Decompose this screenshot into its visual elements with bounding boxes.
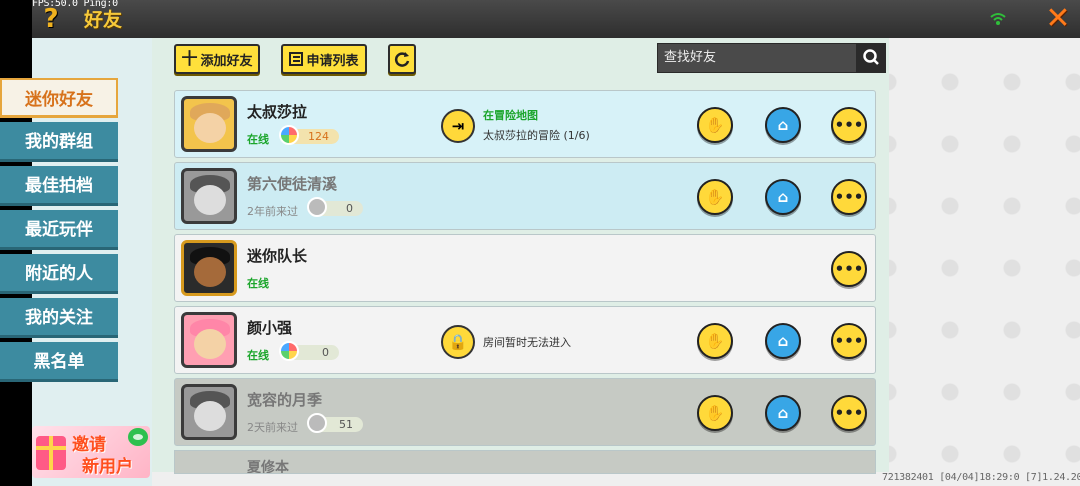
chat-button[interactable]: ••• (831, 179, 867, 215)
gift-button[interactable]: ✋ (697, 323, 733, 359)
friend-row[interactable]: 宽容的月季 2天前来过 51 ✋ ⌂ ••• (174, 378, 876, 446)
help-button[interactable]: ? (38, 4, 64, 34)
gift-button[interactable]: ✋ (697, 179, 733, 215)
gift-icon (36, 436, 66, 470)
wifi-icon (990, 13, 1006, 25)
friend-status: 2天前来过 (247, 421, 298, 434)
build-info: 721382401 [04/04]18:29:0 [7]1.24.20 (882, 472, 1080, 483)
friend-row[interactable]: 夏修本 (174, 450, 876, 474)
avatar (181, 240, 237, 296)
refresh-icon (394, 52, 410, 67)
medal-icon (279, 341, 299, 361)
friend-status: 在线 (247, 349, 269, 362)
request-list-button[interactable]: 申请列表 (281, 44, 367, 74)
search-icon (863, 49, 879, 65)
medal-icon (279, 125, 299, 145)
avatar (181, 312, 237, 368)
avatar (181, 96, 237, 152)
list-icon (289, 52, 304, 66)
home-button[interactable]: ⌂ (765, 107, 801, 143)
plus-icon: 十 (181, 49, 198, 68)
gift-button[interactable]: ✋ (697, 395, 733, 431)
invite-new-user-banner[interactable]: 邀请 新用户 (32, 426, 150, 478)
chat-button[interactable]: ••• (831, 107, 867, 143)
friend-status: 在线 (247, 277, 269, 290)
join-map-button[interactable]: ⇥ (441, 109, 475, 143)
friend-row[interactable]: 太叔莎拉 在线 124 ⇥ 在冒险地图 太叔莎拉的冒险 (1/6) ✋ ⌂ ••… (174, 90, 876, 158)
wechat-icon (128, 428, 148, 446)
friend-name: 迷你队长 (247, 247, 308, 265)
sidebar-item-my-groups[interactable]: 我的群组 (0, 122, 118, 162)
gift-button[interactable]: ✋ (697, 107, 733, 143)
avatar (181, 384, 237, 440)
sidebar-item-blacklist[interactable]: 黑名单 (0, 342, 118, 382)
chat-button[interactable]: ••• (831, 251, 867, 287)
sidebar-item-mini-friends[interactable]: 迷你好友 (0, 78, 118, 118)
friend-row[interactable]: 迷你队长 在线 ••• (174, 234, 876, 302)
add-friend-label: 添加好友 (200, 53, 253, 69)
friend-status: 2年前来过 (247, 205, 298, 218)
friend-name: 颜小强 (247, 319, 293, 337)
friend-name: 第六使徒清溪 (247, 175, 338, 193)
room-status: 房间暂时无法进入 (483, 336, 571, 349)
search-input[interactable]: 查找好友 (657, 43, 857, 73)
friend-status: 在线 (247, 133, 269, 146)
map-status: 在冒险地图 (483, 109, 538, 122)
sidebar-item-best-partners[interactable]: 最佳拍档 (0, 166, 118, 206)
chat-button[interactable]: ••• (831, 395, 867, 431)
request-list-label: 申请列表 (306, 53, 359, 69)
sidebar-item-nearby[interactable]: 附近的人 (0, 254, 118, 294)
invite-sublabel: 新用户 (82, 457, 133, 477)
medal-icon (307, 197, 327, 217)
medal-icon (307, 413, 327, 433)
friend-name: 太叔莎拉 (247, 103, 308, 121)
top-bar (32, 0, 1080, 38)
home-button[interactable]: ⌂ (765, 179, 801, 215)
chat-button[interactable]: ••• (831, 323, 867, 359)
home-button[interactable]: ⌂ (765, 323, 801, 359)
room-locked-button[interactable]: 🔒 (441, 325, 475, 359)
friend-row[interactable]: 第六使徒清溪 2年前来过 0 ✋ ⌂ ••• (174, 162, 876, 230)
friend-row[interactable]: 颜小强 在线 0 🔒 房间暂时无法进入 ✋ ⌂ ••• (174, 306, 876, 374)
sidebar-item-recent-players[interactable]: 最近玩伴 (0, 210, 118, 250)
map-name: 太叔莎拉的冒险 (1/6) (483, 129, 590, 142)
sidebar-item-following[interactable]: 我的关注 (0, 298, 118, 338)
home-button[interactable]: ⌂ (765, 395, 801, 431)
add-friend-button[interactable]: 十 添加好友 (174, 44, 260, 74)
refresh-button[interactable] (388, 44, 416, 74)
page-title: 好友 (84, 9, 123, 31)
friend-name: 夏修本 (247, 460, 289, 474)
avatar (181, 168, 237, 224)
friend-name: 宽容的月季 (247, 391, 323, 409)
close-button[interactable]: ✕ (1041, 3, 1075, 35)
search-button[interactable] (856, 43, 886, 73)
